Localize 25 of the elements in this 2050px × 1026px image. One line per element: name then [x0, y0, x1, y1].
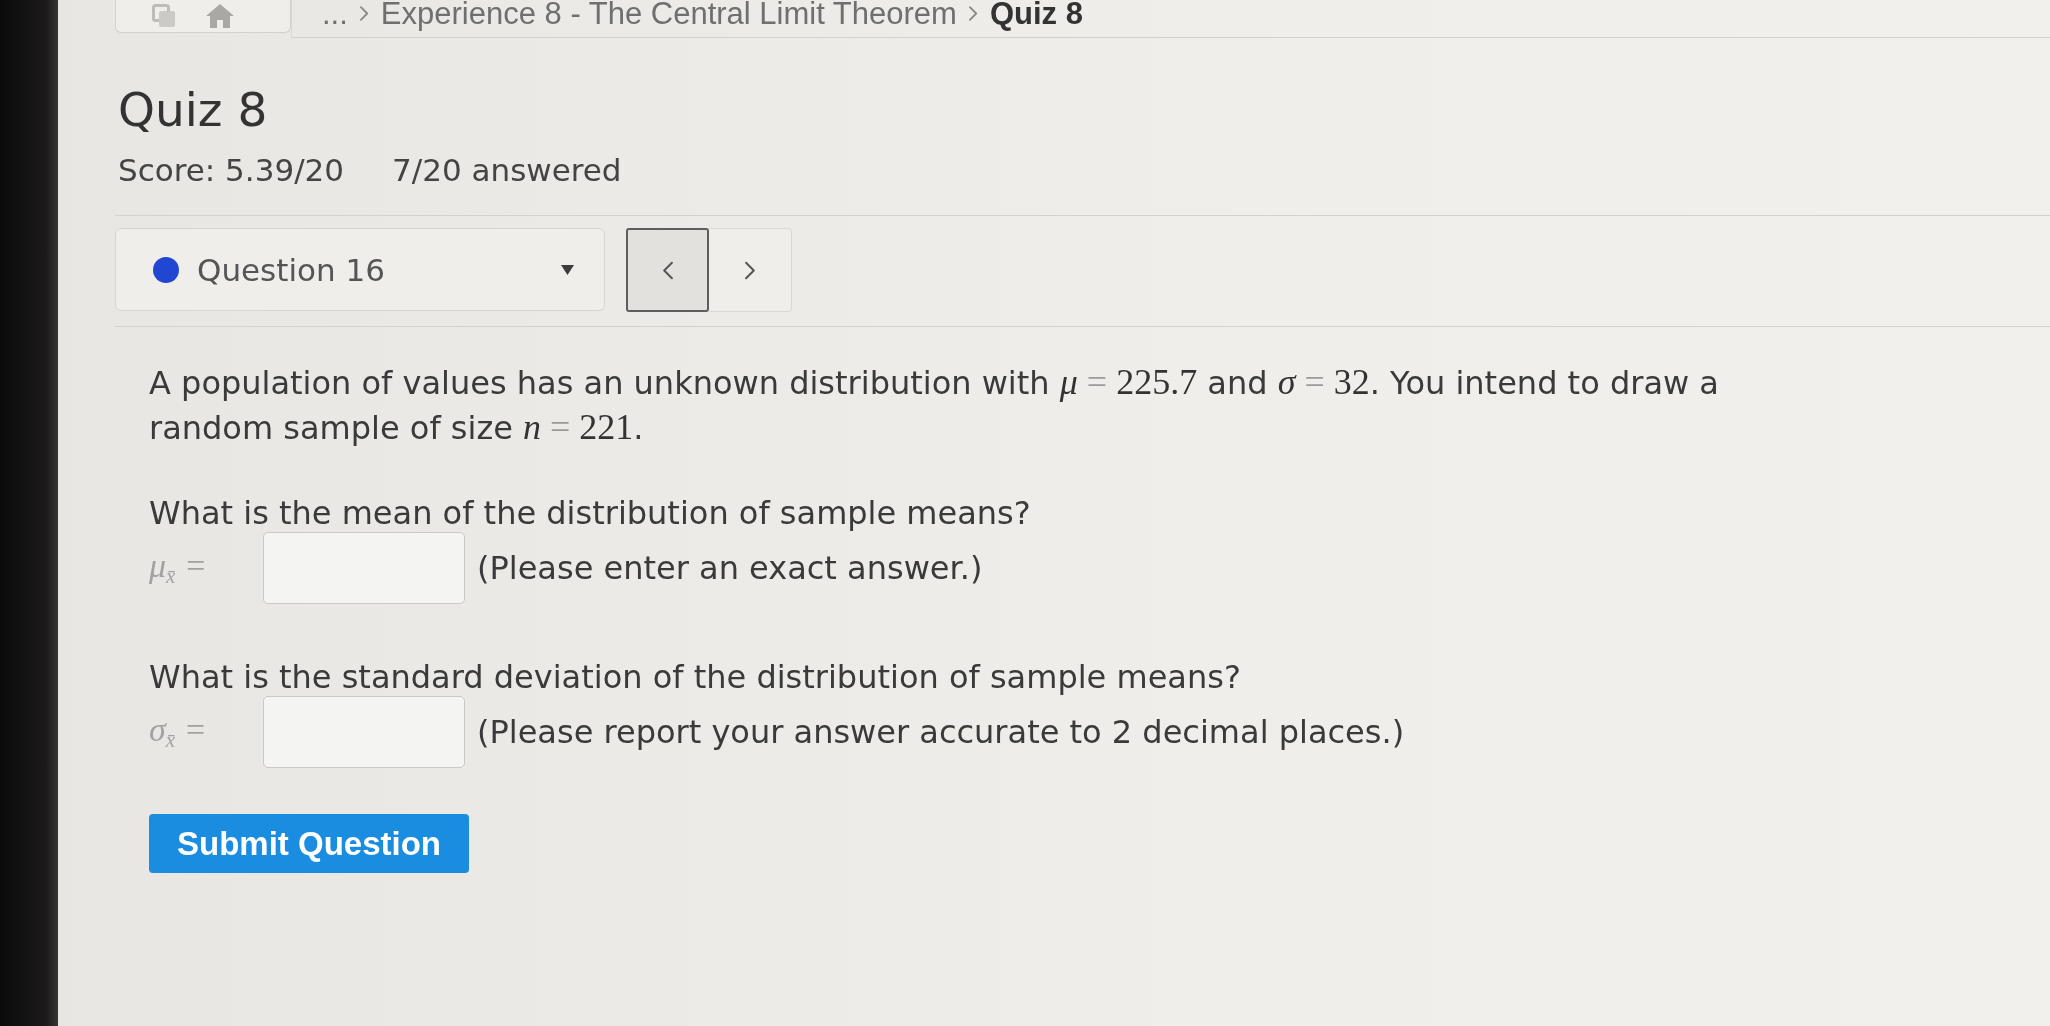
home-icon[interactable]	[206, 4, 234, 28]
math-label: σ$_{x̄}$ =	[149, 710, 208, 754]
chevron-left-icon	[662, 260, 673, 280]
previous-button[interactable]	[626, 228, 709, 312]
answer-field[interactable]	[263, 532, 465, 604]
breadcrumb-current: Quiz 8	[989, 0, 1083, 30]
question-text: A population of values has an unknown distribution with μ = 225.7 and σ = 32. You intend to draw a random sample of size n = 221.	[149, 361, 1720, 449]
quiz-title: Quiz 8	[117, 82, 268, 138]
question-prompt: What is the mean of the distribution of sample means?	[149, 494, 1031, 532]
question-prompt: What is the standard deviation of the distribution of sample means?	[149, 658, 1241, 696]
submit-button[interactable]: Submit Question	[149, 814, 469, 873]
chevron-right-icon	[744, 260, 756, 280]
breadcrumb-link[interactable]: ...	[322, 0, 348, 30]
answer-hint: (Please enter an exact answer.)	[477, 549, 983, 587]
pages-icon[interactable]	[152, 4, 176, 28]
chevron-right-icon	[968, 6, 978, 21]
answer-hint: (Please report your answer accurate to 2 decimal places.)	[477, 713, 1405, 751]
score-text: Score: 5.39/20	[118, 152, 345, 188]
chevron-right-icon	[359, 6, 369, 21]
breadcrumb-link[interactable]: Experience 8 - The Central Limit Theorem	[380, 0, 957, 30]
caret-down-icon	[561, 264, 574, 275]
math-label: μ$_{x̄}$ =	[149, 546, 208, 590]
answer-field[interactable]	[263, 696, 465, 768]
answered-count: 7/20 answered	[392, 152, 622, 188]
question-dropdown[interactable]: Question 16	[115, 228, 605, 311]
